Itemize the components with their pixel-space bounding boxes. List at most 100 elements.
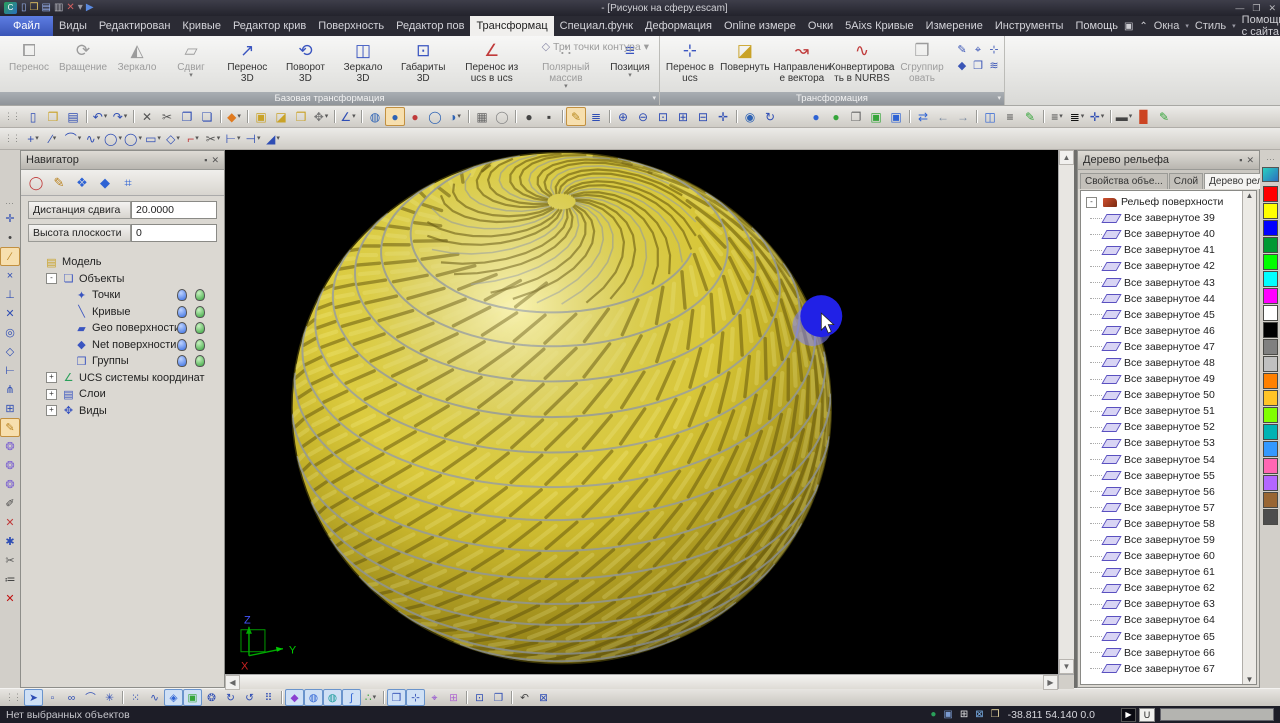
hatch-lines-button[interactable]: ≡: [1000, 107, 1020, 126]
box-green-button[interactable]: ▣: [866, 107, 886, 126]
relief-tree-item[interactable]: Все завернутое 56: [1086, 484, 1242, 500]
menu-измерение[interactable]: Измерение: [920, 16, 989, 36]
relief-tree-item[interactable]: Все завернутое 62: [1086, 580, 1242, 596]
snap-angle-button[interactable]: ⋔: [0, 380, 20, 399]
surface-tool-2-button[interactable]: ❂: [0, 456, 20, 475]
rotate-3d-button[interactable]: ⟲Поворот 3D: [277, 38, 335, 84]
menu-кривые[interactable]: Кривые: [176, 16, 227, 36]
close-red-button[interactable]: ✕: [0, 589, 20, 608]
copy-props-button[interactable]: ❐: [846, 107, 866, 126]
tracking-toggle[interactable]: ▶: [1121, 708, 1136, 722]
spin-button[interactable]: ↻: [760, 107, 780, 126]
snap-center-button[interactable]: ◎: [0, 323, 20, 342]
draw-spline-button[interactable]: ∿▾: [83, 129, 103, 148]
line-style-button[interactable]: ≡▾: [1047, 107, 1067, 126]
render-wireframe-button[interactable]: ◍: [365, 107, 385, 126]
relief-tree-item[interactable]: Все завернутое 41: [1086, 242, 1242, 258]
axis-tool-button[interactable]: ⊹: [406, 689, 425, 706]
status-xwindow-icon[interactable]: ⊠: [975, 709, 983, 720]
move-3d-button[interactable]: ↗Перенос 3D: [218, 38, 277, 84]
restore-button[interactable]: ❐: [1252, 3, 1260, 14]
list-tool-button[interactable]: ≔: [0, 570, 20, 589]
tab-свойства-объе-[interactable]: Свойства объе...: [1080, 173, 1168, 189]
relief-tree-item[interactable]: Все завернутое 59: [1086, 532, 1242, 548]
tree-expander-icon[interactable]: +: [46, 389, 57, 400]
relief-tree-item[interactable]: Все завернутое 52: [1086, 419, 1242, 435]
lamp-blue-icon[interactable]: [177, 306, 187, 318]
tree-item-кривые[interactable]: ╲Кривые: [31, 304, 224, 321]
relief-tree-item[interactable]: Все завернутое 44: [1086, 291, 1242, 307]
relief-tree-item[interactable]: Все завернутое 61: [1086, 564, 1242, 580]
render-shaded-button[interactable]: ●: [385, 107, 405, 126]
color-swatch-00b3b3[interactable]: [1263, 424, 1278, 440]
dropdown-caret-icon[interactable]: ▾: [628, 73, 632, 79]
draw-ellipse-button[interactable]: ◯▾: [123, 129, 143, 148]
relief-tree-item[interactable]: Все завернутое 67: [1086, 661, 1242, 677]
snap-box-green-button[interactable]: ▣: [183, 689, 202, 706]
pin-icon[interactable]: ▪: [204, 155, 207, 166]
relief-sphere[interactable]: [292, 152, 831, 663]
caret-icon[interactable]: ▾: [78, 2, 83, 14]
snap-grid-button[interactable]: ⊞: [0, 399, 20, 418]
relief-tree-item[interactable]: Все завернутое 43: [1086, 274, 1242, 290]
color-swatch-ff8000[interactable]: [1263, 373, 1278, 389]
relief-tree-item[interactable]: Все завернутое 53: [1086, 435, 1242, 451]
draw-fillet-button[interactable]: ⌐▾: [183, 129, 203, 148]
scroll-down-icon[interactable]: ▼: [1246, 675, 1254, 684]
relief-tree-item[interactable]: Все завернутое 51: [1086, 403, 1242, 419]
color-bar-button[interactable]: ▬▾: [1114, 107, 1134, 126]
gem-purple-button[interactable]: ◆: [285, 689, 304, 706]
three-points-contour-button[interactable]: ◇ Три точки контура ▾: [542, 40, 649, 53]
snap-ccw-button[interactable]: ↺: [240, 689, 259, 706]
dropdown-caret-icon[interactable]: ▾: [564, 84, 568, 90]
pick-chain-button[interactable]: ∞: [62, 689, 81, 706]
move-button[interactable]: ⧠Перенос: [2, 38, 56, 73]
cube-edit-button[interactable]: ◫: [980, 107, 1000, 126]
color-picker-button[interactable]: ✎: [1154, 107, 1174, 126]
relief-tree-item[interactable]: Все завернутое 50: [1086, 387, 1242, 403]
dropdown-caret-icon[interactable]: ▾: [1059, 109, 1063, 125]
mini-layers-icon[interactable]: ≋: [986, 58, 1002, 74]
box-blue-button[interactable]: ▣: [886, 107, 906, 126]
mini-edit-icon[interactable]: ✎: [954, 42, 970, 58]
axis-mode-button[interactable]: ∴▾: [361, 689, 380, 706]
color-swatch-3399ff[interactable]: [1263, 441, 1278, 457]
new-file-button[interactable]: ▯: [23, 107, 43, 126]
cut-tool-button[interactable]: ✂: [0, 551, 20, 570]
tree-item-net-поверхности[interactable]: ◆Net поверхности: [31, 337, 224, 354]
viewport-hscrollbar[interactable]: ◀ ▶: [225, 674, 1074, 689]
tree-item-слои[interactable]: +▤Слои: [31, 386, 224, 403]
point-style-button[interactable]: ✛▾: [1087, 107, 1107, 126]
relief-tree-item[interactable]: Все завернутое 60: [1086, 548, 1242, 564]
status-monitor-icon[interactable]: ▣: [943, 709, 952, 720]
lamp-green-icon[interactable]: [195, 322, 205, 334]
shade-dark-button[interactable]: ●: [519, 107, 539, 126]
menu-инструменты[interactable]: Инструменты: [989, 16, 1070, 36]
lamp-green-icon[interactable]: [195, 355, 205, 367]
view-iso-button[interactable]: ◆▾: [224, 107, 244, 126]
tree-item-группы[interactable]: ❒Группы: [31, 353, 224, 370]
arrow-back-button[interactable]: ←: [933, 107, 953, 126]
menu-5aixs-кривые[interactable]: 5Aixs Кривые: [839, 16, 920, 36]
pin-icon[interactable]: ▪: [1239, 155, 1242, 166]
dropdown-caret-icon[interactable]: ▾: [53, 131, 57, 147]
menu-деформация[interactable]: Деформация: [639, 16, 718, 36]
color-swatch-ff66b3[interactable]: [1263, 458, 1278, 474]
color-swatch-808080[interactable]: [1263, 339, 1278, 355]
orbit-button[interactable]: ◉: [740, 107, 760, 126]
snap-matrix-button[interactable]: ⠿: [259, 689, 278, 706]
surface-tool-1-button[interactable]: ❂: [0, 437, 20, 456]
sketch-pencil-button[interactable]: ✎: [0, 418, 20, 437]
fit-tool-button[interactable]: ⊡: [470, 689, 489, 706]
relief-tree-item[interactable]: Все завернутое 45: [1086, 307, 1242, 323]
mini-axes-icon[interactable]: ⌖: [970, 42, 986, 58]
relief-tree-item[interactable]: Все завернутое 55: [1086, 468, 1242, 484]
dropdown-caret-icon[interactable]: ▾: [97, 131, 101, 147]
layout-icon[interactable]: ▣: [1124, 21, 1133, 32]
dropdown-caret-icon[interactable]: ▾: [35, 131, 39, 147]
snap-rotate-button[interactable]: ❂: [202, 689, 221, 706]
relief-tree-item[interactable]: Все завернутое 66: [1086, 645, 1242, 661]
paste-button[interactable]: ❏: [197, 107, 217, 126]
dropdown-caret-icon[interactable]: ▾: [1129, 109, 1133, 125]
open-file-icon[interactable]: ❒: [30, 2, 39, 14]
